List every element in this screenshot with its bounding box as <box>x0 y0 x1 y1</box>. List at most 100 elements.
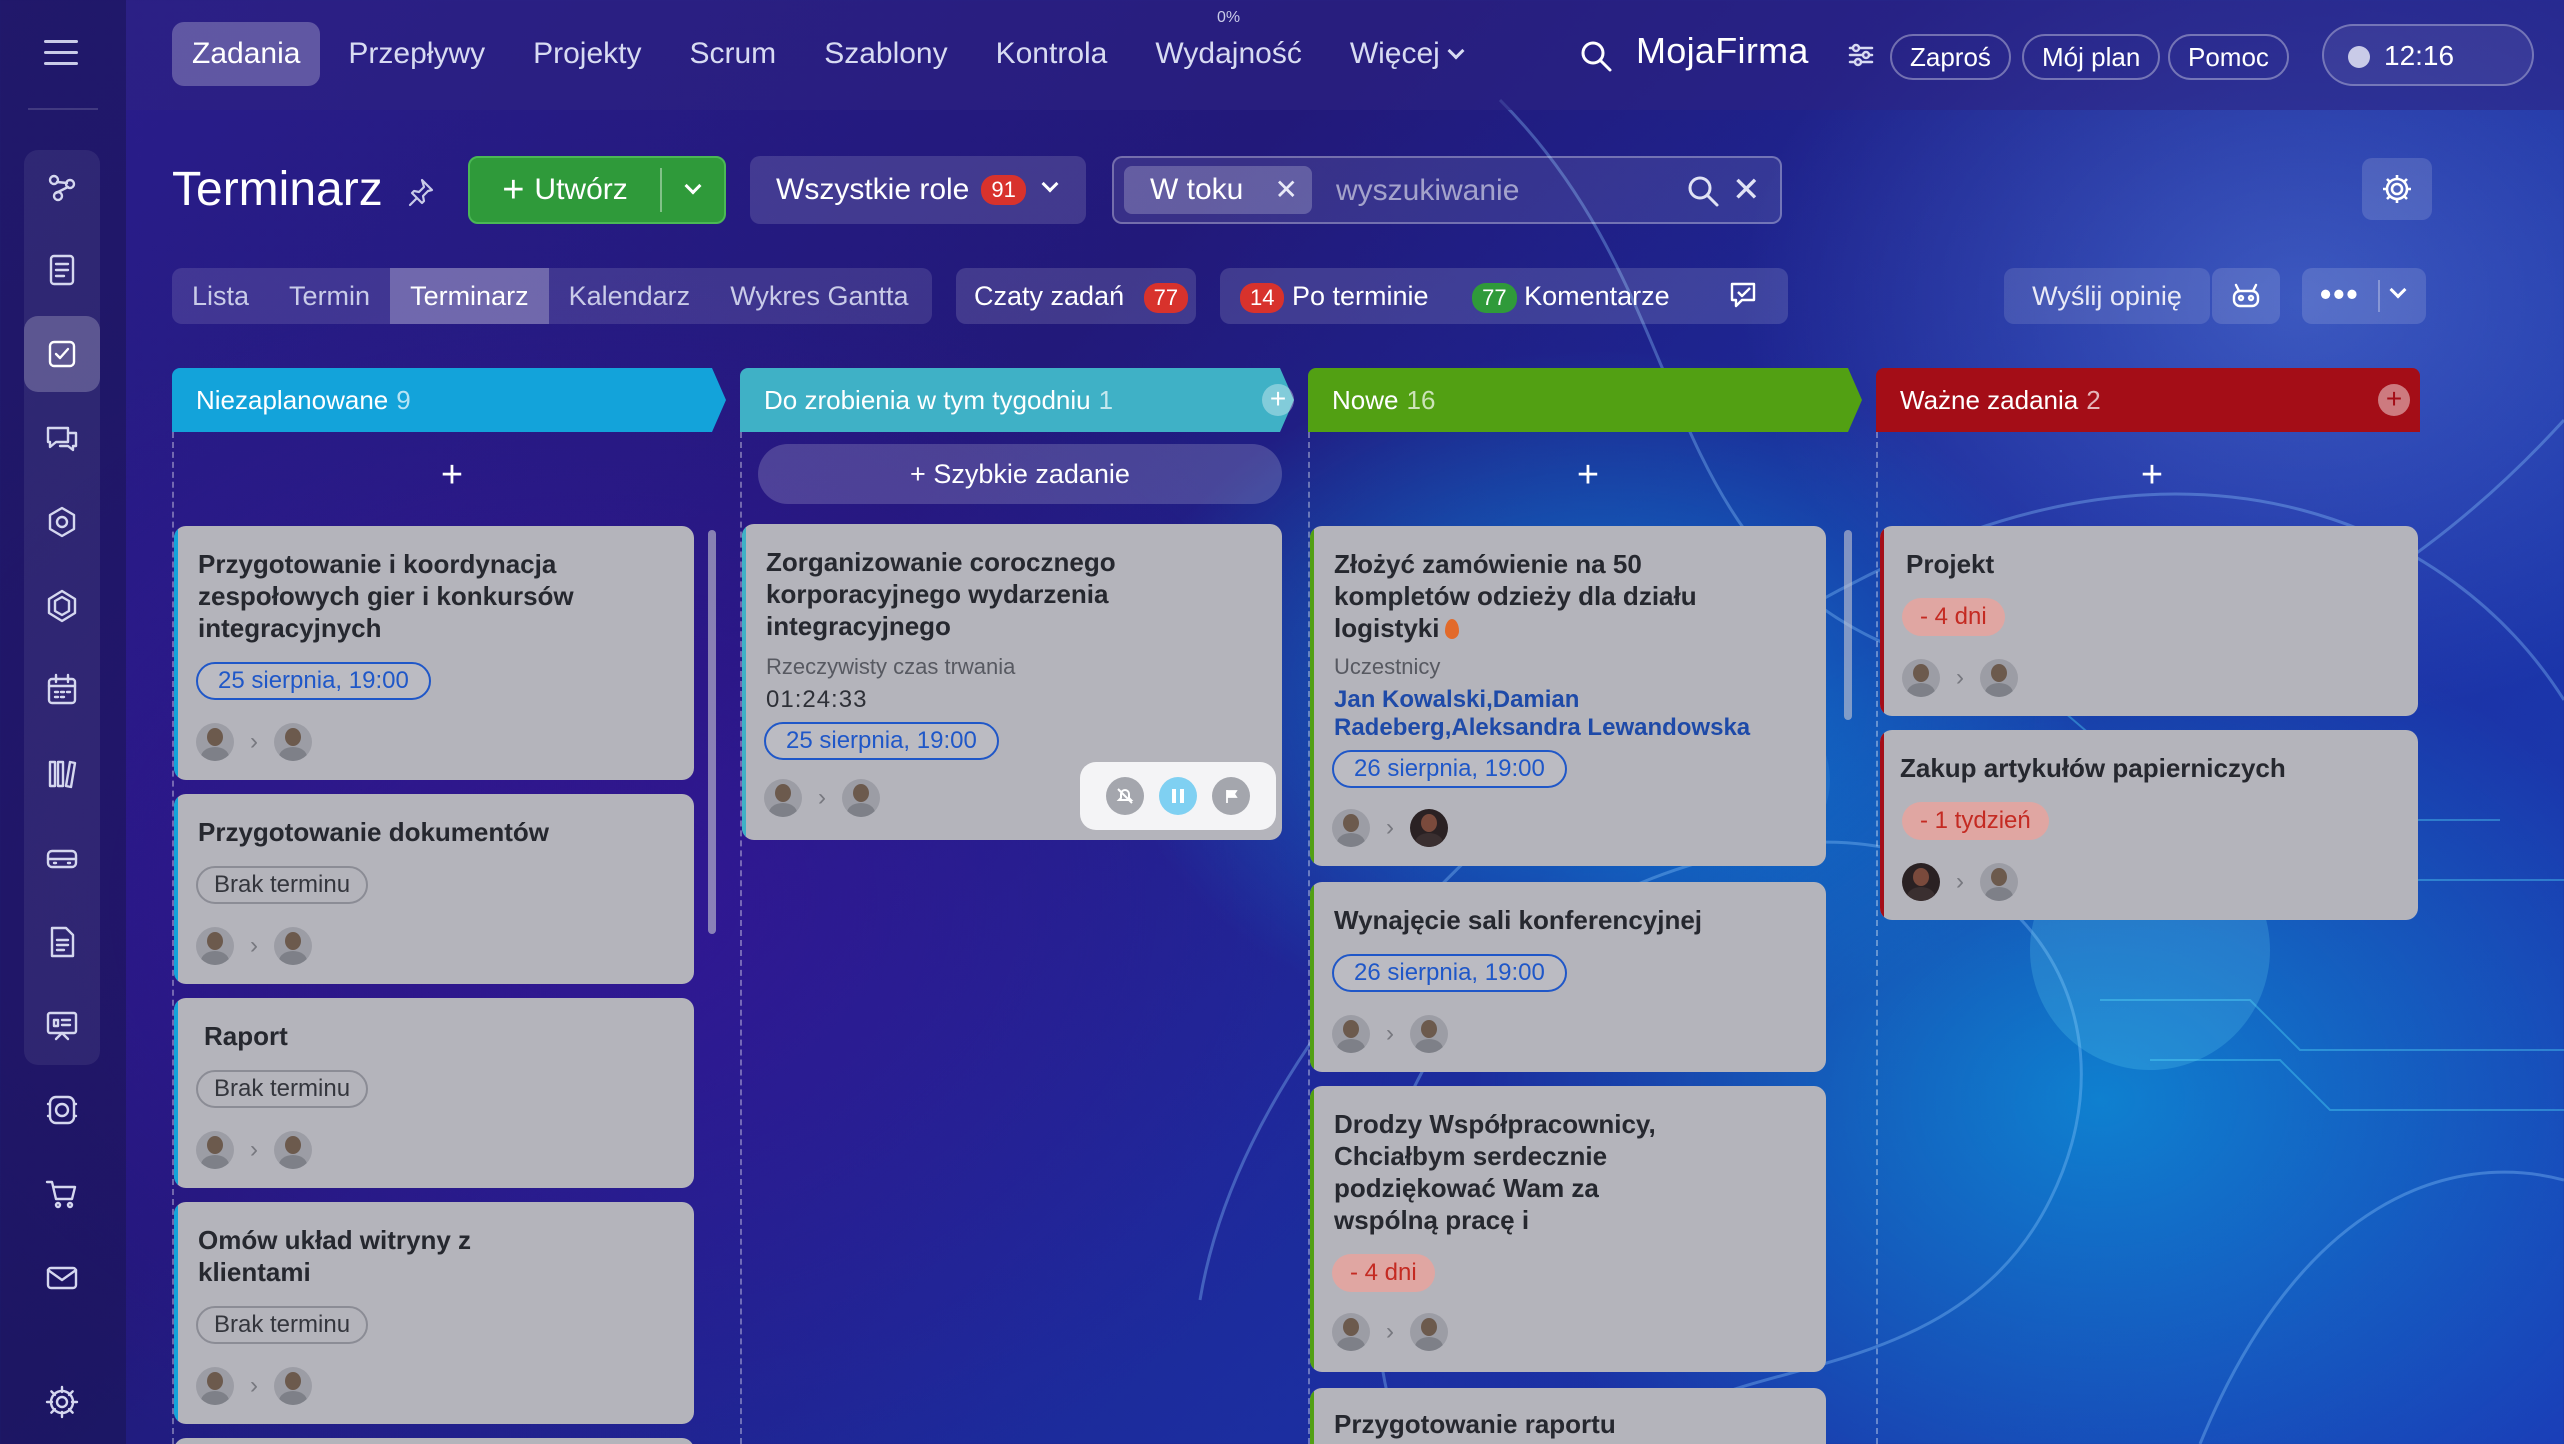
overdue-counter[interactable]: 14 Po terminie <box>1240 281 1429 313</box>
comments-counter[interactable]: 77 Komentarze <box>1472 281 1670 313</box>
task-card[interactable]: Zakup artykułów papierniczych - 1 tydzie… <box>1880 730 2418 920</box>
creator-avatar[interactable] <box>196 1367 234 1405</box>
tab-list[interactable]: Lista <box>172 268 269 324</box>
no-deadline-badge[interactable]: Brak terminu <box>196 1306 369 1344</box>
shop-icon[interactable] <box>24 1156 100 1232</box>
presentation-icon[interactable] <box>24 988 100 1064</box>
task-card-partial[interactable] <box>174 1438 694 1444</box>
task-title[interactable]: Wynajęcie sali konferencyjnej <box>1334 904 1806 936</box>
task-card[interactable]: Przygotowanie dokumentów Brak terminu › <box>174 794 694 984</box>
feed-icon[interactable] <box>24 150 100 226</box>
creator-avatar[interactable] <box>1902 863 1940 901</box>
column-header-unplanned[interactable]: Niezaplanowane 9 <box>172 368 726 432</box>
crm-icon[interactable] <box>24 484 100 560</box>
column-scrollbar[interactable] <box>708 530 716 934</box>
calendar-icon[interactable] <box>24 652 100 728</box>
automation-icon[interactable] <box>24 1072 100 1148</box>
nav-control[interactable]: Kontrola <box>976 22 1128 86</box>
create-dropdown-button[interactable] <box>662 158 724 222</box>
marketing-icon[interactable] <box>24 568 100 644</box>
read-all-comments-icon[interactable] <box>1728 280 1762 312</box>
board-settings-button[interactable] <box>2362 158 2432 220</box>
task-title[interactable]: Przygotowanie i koordynacja zespołowych … <box>198 548 674 644</box>
deadline-badge[interactable]: 25 sierpnia, 19:00 <box>764 722 999 760</box>
task-card[interactable]: Wynajęcie sali konferencyjnej 26 sierpni… <box>1310 882 1826 1072</box>
responsible-avatar[interactable] <box>1410 809 1448 847</box>
creator-avatar[interactable] <box>196 927 234 965</box>
tune-icon[interactable] <box>1846 40 1876 70</box>
tab-planner[interactable]: Terminarz <box>390 268 549 324</box>
deadline-badge[interactable]: 25 sierpnia, 19:00 <box>196 662 431 700</box>
document-icon[interactable] <box>24 232 100 308</box>
responsible-avatar[interactable] <box>274 1367 312 1405</box>
column-header-this-week[interactable]: Do zrobienia w tym tygodniu 1 <box>740 368 1294 432</box>
creator-avatar[interactable] <box>1902 659 1940 697</box>
task-title[interactable]: Przygotowanie dokumentów <box>198 816 674 848</box>
settings-icon[interactable] <box>24 1364 100 1440</box>
column-header-new[interactable]: Nowe 16 <box>1308 368 1862 432</box>
task-card[interactable]: Złożyć zamówienie na 50 kompletów odzież… <box>1310 526 1826 866</box>
add-column-icon[interactable]: + <box>2378 384 2410 416</box>
nav-tasks[interactable]: Zadania <box>172 22 321 86</box>
task-card[interactable]: Omów układ witryny z klientami Brak term… <box>174 1202 694 1424</box>
task-card[interactable]: Raport Brak terminu › <box>174 998 694 1188</box>
task-title[interactable]: Zorganizowanie corocznego korporacyjnego… <box>766 546 1172 642</box>
deadline-badge[interactable]: 26 sierpnia, 19:00 <box>1332 750 1567 788</box>
no-deadline-badge[interactable]: Brak terminu <box>196 1070 369 1108</box>
responsible-avatar[interactable] <box>274 1131 312 1169</box>
creator-avatar[interactable] <box>196 723 234 761</box>
task-card[interactable]: Przygotowanie raportu <box>1310 1388 1826 1444</box>
responsible-avatar[interactable] <box>842 779 880 817</box>
task-title[interactable]: Przygotowanie raportu <box>1334 1408 1806 1440</box>
nav-flows[interactable]: Przepływy <box>328 22 505 86</box>
nav-more[interactable]: Więcej <box>1330 22 1482 86</box>
chat-icon[interactable] <box>24 400 100 476</box>
column-scrollbar[interactable] <box>1844 530 1852 720</box>
tab-gantt[interactable]: Wykres Gantta <box>710 268 928 324</box>
mail-icon[interactable] <box>24 1240 100 1316</box>
filter-search-box[interactable]: W toku ✕ ✕ <box>1112 156 1782 224</box>
responsible-avatar[interactable] <box>1980 659 2018 697</box>
task-card[interactable]: Przygotowanie i koordynacja zespołowych … <box>174 526 694 780</box>
roles-filter-button[interactable]: Wszystkie role 91 <box>750 156 1086 224</box>
column-header-important[interactable]: Ważne zadania 2 <box>1876 368 2420 432</box>
library-icon[interactable] <box>24 736 100 812</box>
add-task-important-button[interactable]: + <box>2132 454 2172 497</box>
task-title[interactable]: Drodzy Współpracownicy, Chciałbym serdec… <box>1334 1108 1686 1236</box>
task-title[interactable]: Złożyć zamówienie na 50 kompletów odzież… <box>1334 548 1756 644</box>
task-card[interactable]: Projekt - 4 dni › <box>1880 526 2418 716</box>
remove-filter-icon[interactable]: ✕ <box>1275 166 1298 214</box>
invoice-icon[interactable] <box>24 904 100 980</box>
create-main[interactable]: + Utwórz <box>470 158 660 222</box>
task-title[interactable]: Zakup artykułów papierniczych <box>1900 752 2398 784</box>
task-chats-button[interactable]: Czaty zadań 77 <box>956 268 1196 324</box>
responsible-avatar[interactable] <box>1410 1313 1448 1351</box>
creator-avatar[interactable] <box>1332 1015 1370 1053</box>
responsible-avatar[interactable] <box>274 723 312 761</box>
creator-avatar[interactable] <box>1332 809 1370 847</box>
nav-templates[interactable]: Szablony <box>804 22 967 86</box>
invite-button[interactable]: Zaproś <box>1890 34 2011 80</box>
overdue-badge[interactable]: - 1 tydzień <box>1902 802 2049 840</box>
pin-icon[interactable] <box>404 176 436 208</box>
nav-efficiency[interactable]: 0% Wydajność <box>1135 9 1321 86</box>
task-title[interactable]: Raport <box>204 1020 674 1052</box>
task-title[interactable]: Omów układ witryny z klientami <box>198 1224 574 1288</box>
responsible-avatar[interactable] <box>1980 863 2018 901</box>
add-column-icon[interactable]: + <box>1262 384 1294 416</box>
tasks-icon[interactable] <box>24 316 100 392</box>
search-icon[interactable] <box>1686 174 1720 208</box>
responsible-avatar[interactable] <box>274 927 312 965</box>
creator-avatar[interactable] <box>764 779 802 817</box>
create-button[interactable]: + Utwórz <box>468 156 726 224</box>
company-name[interactable]: MojaFirma <box>1636 30 1809 72</box>
filter-chip-in-progress[interactable]: W toku ✕ <box>1124 166 1312 214</box>
quick-task-button[interactable]: + Szybkie zadanie <box>758 444 1282 504</box>
nav-projects[interactable]: Projekty <box>513 22 661 86</box>
creator-avatar[interactable] <box>1332 1313 1370 1351</box>
more-actions-button[interactable]: ••• <box>2302 268 2426 324</box>
work-day-clock[interactable]: 12:16 <box>2322 24 2534 86</box>
mute-icon[interactable] <box>1105 777 1144 815</box>
my-plan-button[interactable]: Mój plan <box>2022 34 2161 80</box>
add-task-new-button[interactable]: + <box>1568 454 1608 497</box>
